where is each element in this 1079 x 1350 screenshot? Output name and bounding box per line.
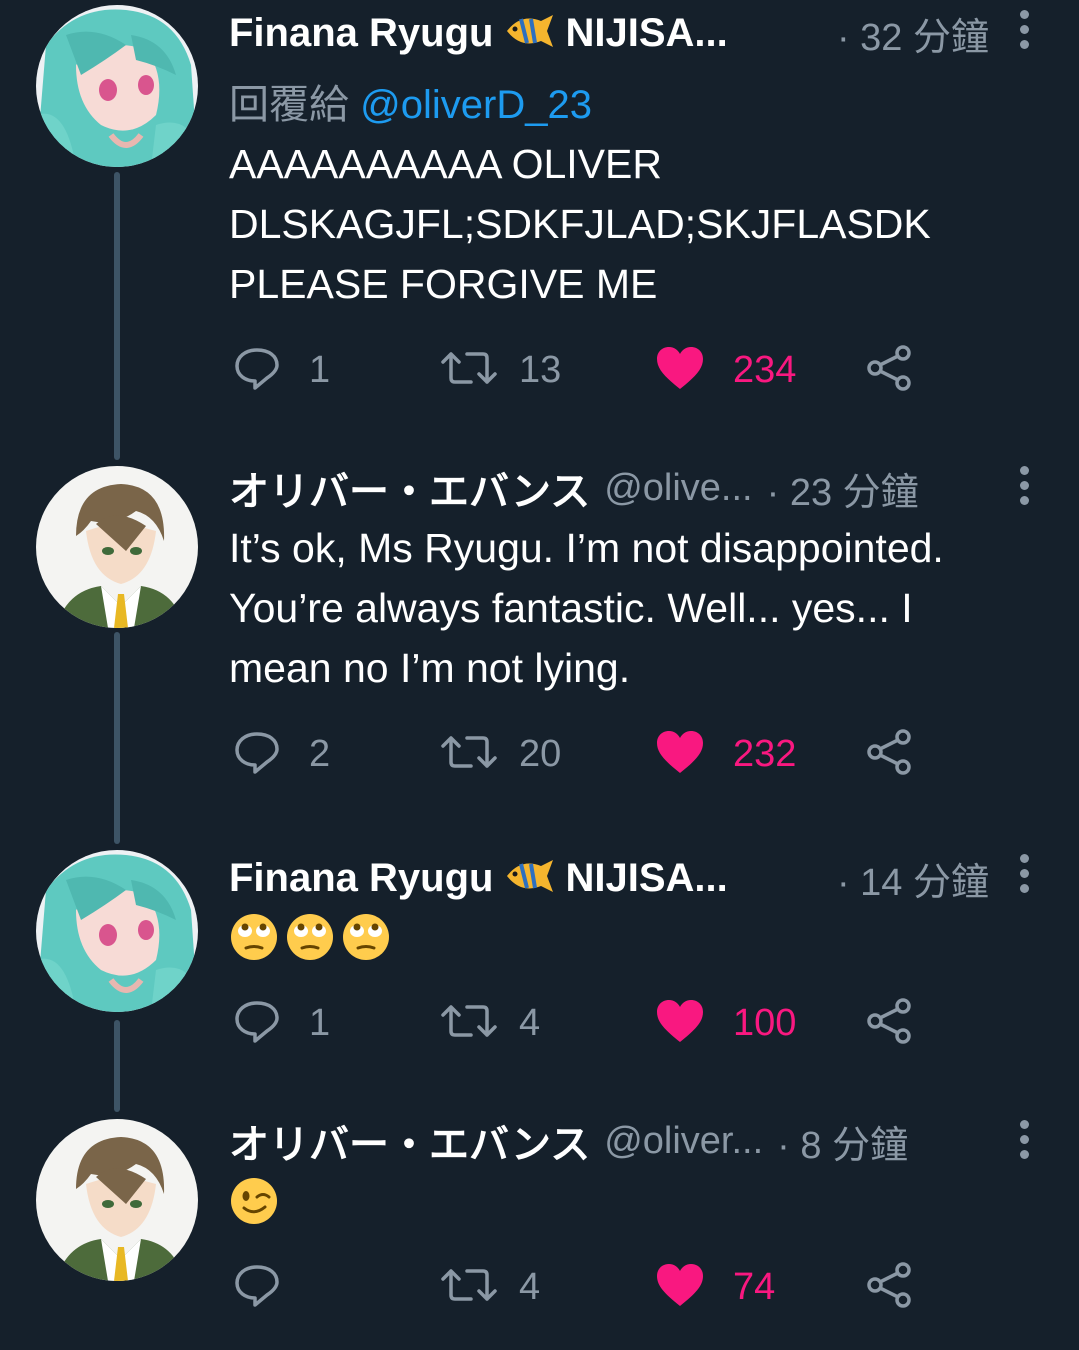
timestamp[interactable]: · 14 分鐘 — [837, 851, 1039, 906]
more-options-icon[interactable] — [1017, 854, 1031, 893]
reply-button[interactable] — [233, 1257, 309, 1317]
tweet-text-line: AAAAAAAAAA OLIVER — [229, 141, 662, 187]
share-icon — [865, 1260, 915, 1315]
face-with-rolling-eyes-icon — [229, 912, 279, 967]
reply-count: 1 — [309, 348, 331, 391]
tweet-actions: 2 20 232 — [229, 724, 949, 784]
avatar-oliver[interactable] — [36, 466, 198, 628]
like-button[interactable]: 100 — [655, 993, 796, 1053]
like-count: 100 — [733, 1001, 797, 1044]
retweet-button[interactable]: 4 — [441, 1257, 540, 1317]
display-name-suffix[interactable]: NIJISA... — [565, 856, 727, 901]
reply-icon — [233, 344, 281, 397]
face-with-rolling-eyes-icon — [341, 912, 391, 967]
timestamp[interactable]: · 32 分鐘 — [837, 6, 1039, 61]
like-button[interactable]: 234 — [655, 340, 796, 400]
reply-icon — [233, 728, 281, 781]
more-options-icon[interactable] — [1017, 10, 1031, 49]
tropical-fish-icon — [503, 856, 555, 901]
retweet-count: 20 — [519, 732, 562, 775]
share-button[interactable] — [865, 724, 915, 784]
tweet-header: オリバー・エバンス @olive... · 23 分鐘 — [229, 458, 1039, 518]
reply-context: 回覆給 @oliverD_23 — [229, 72, 592, 130]
retweet-icon — [441, 344, 497, 397]
retweet-button[interactable]: 13 — [441, 340, 561, 400]
retweet-button[interactable]: 4 — [441, 993, 540, 1053]
tweet-actions: 1 13 234 — [229, 340, 949, 400]
reply-button[interactable]: 2 — [233, 724, 330, 784]
username[interactable]: @olive... — [604, 467, 752, 510]
tweet-text: It’s ok, Ms Ryugu. I’m not disappointed.… — [229, 518, 1029, 698]
more-options-icon[interactable] — [1017, 1120, 1031, 1159]
display-name[interactable]: オリバー・エバンス — [229, 459, 590, 517]
more-options-icon[interactable] — [1017, 466, 1031, 505]
share-icon — [865, 343, 915, 398]
like-button[interactable]: 74 — [655, 1257, 775, 1317]
tweet-header: Finana Ryugu NIJISA... · 32 分鐘 — [229, 3, 1039, 63]
reply-icon — [233, 1261, 281, 1314]
tweet-text-line: mean no I’m not lying. — [229, 645, 631, 691]
display-name[interactable]: Finana Ryugu — [229, 856, 493, 901]
conversation-thread: Finana Ryugu NIJISA... · 32 分鐘 回覆給 @oliv… — [0, 0, 1079, 1350]
winking-face-icon — [229, 1176, 279, 1231]
retweet-count: 13 — [519, 348, 562, 391]
display-name-suffix[interactable]: NIJISA... — [565, 11, 727, 56]
share-icon — [865, 727, 915, 782]
heart-filled-icon — [655, 729, 705, 780]
heart-filled-icon — [655, 998, 705, 1049]
reply-button[interactable]: 1 — [233, 340, 330, 400]
face-with-rolling-eyes-icon — [285, 912, 335, 967]
heart-filled-icon — [655, 1262, 705, 1313]
tweet-emoji-text — [229, 912, 391, 967]
share-button[interactable] — [865, 1257, 915, 1317]
thread-connector — [114, 1020, 120, 1112]
reply-icon — [233, 997, 281, 1050]
display-name[interactable]: オリバー・エバンス — [229, 1112, 590, 1170]
tweet-header: Finana Ryugu NIJISA... · 14 分鐘 — [229, 848, 1039, 908]
thread-connector — [114, 632, 120, 844]
tropical-fish-icon — [503, 11, 555, 56]
share-button[interactable] — [865, 993, 915, 1053]
tweet-header: オリバー・エバンス @oliver... · 8 分鐘 — [229, 1111, 1039, 1171]
retweet-icon — [441, 997, 497, 1050]
tweet-text: AAAAAAAAAA OLIVER DLSKAGJFL;SDKFJLAD;SKJ… — [229, 134, 1029, 314]
reply-count: 1 — [309, 1001, 331, 1044]
retweet-icon — [441, 1261, 497, 1314]
reply-count: 2 — [309, 732, 331, 775]
retweet-count: 4 — [519, 1001, 541, 1044]
reply-button[interactable]: 1 — [233, 993, 330, 1053]
retweet-button[interactable]: 20 — [441, 724, 561, 784]
like-count: 234 — [733, 348, 797, 391]
tweet-text-line: PLEASE FORGIVE ME — [229, 261, 658, 307]
avatar-finana[interactable] — [36, 5, 198, 167]
username[interactable]: @oliver... — [604, 1120, 763, 1163]
thread-connector — [114, 172, 120, 460]
tweet-text-line: It’s ok, Ms Ryugu. I’m not disappointed. — [229, 525, 944, 571]
timestamp[interactable]: · 23 分鐘 — [767, 461, 969, 516]
like-count: 74 — [733, 1265, 776, 1308]
tweet-actions: 1 4 100 — [229, 993, 949, 1053]
heart-filled-icon — [655, 345, 705, 396]
share-icon — [865, 996, 915, 1051]
tweet-emoji-text — [229, 1176, 279, 1231]
reply-to-label: 回覆給 — [229, 83, 349, 127]
share-button[interactable] — [865, 340, 915, 400]
avatar-oliver[interactable] — [36, 1119, 198, 1281]
timestamp[interactable]: · 8 分鐘 — [777, 1114, 958, 1169]
avatar-finana[interactable] — [36, 850, 198, 1012]
reply-mention-link[interactable]: @oliverD_23 — [360, 83, 592, 127]
retweet-count: 4 — [519, 1265, 541, 1308]
retweet-icon — [441, 728, 497, 781]
display-name[interactable]: Finana Ryugu — [229, 11, 493, 56]
like-button[interactable]: 232 — [655, 724, 796, 784]
tweet-actions: 4 74 — [229, 1257, 949, 1317]
tweet-text-line: DLSKAGJFL;SDKFJLAD;SKJFLASDK — [229, 201, 931, 247]
like-count: 232 — [733, 732, 797, 775]
tweet-text-line: You’re always fantastic. Well... yes... … — [229, 585, 913, 631]
